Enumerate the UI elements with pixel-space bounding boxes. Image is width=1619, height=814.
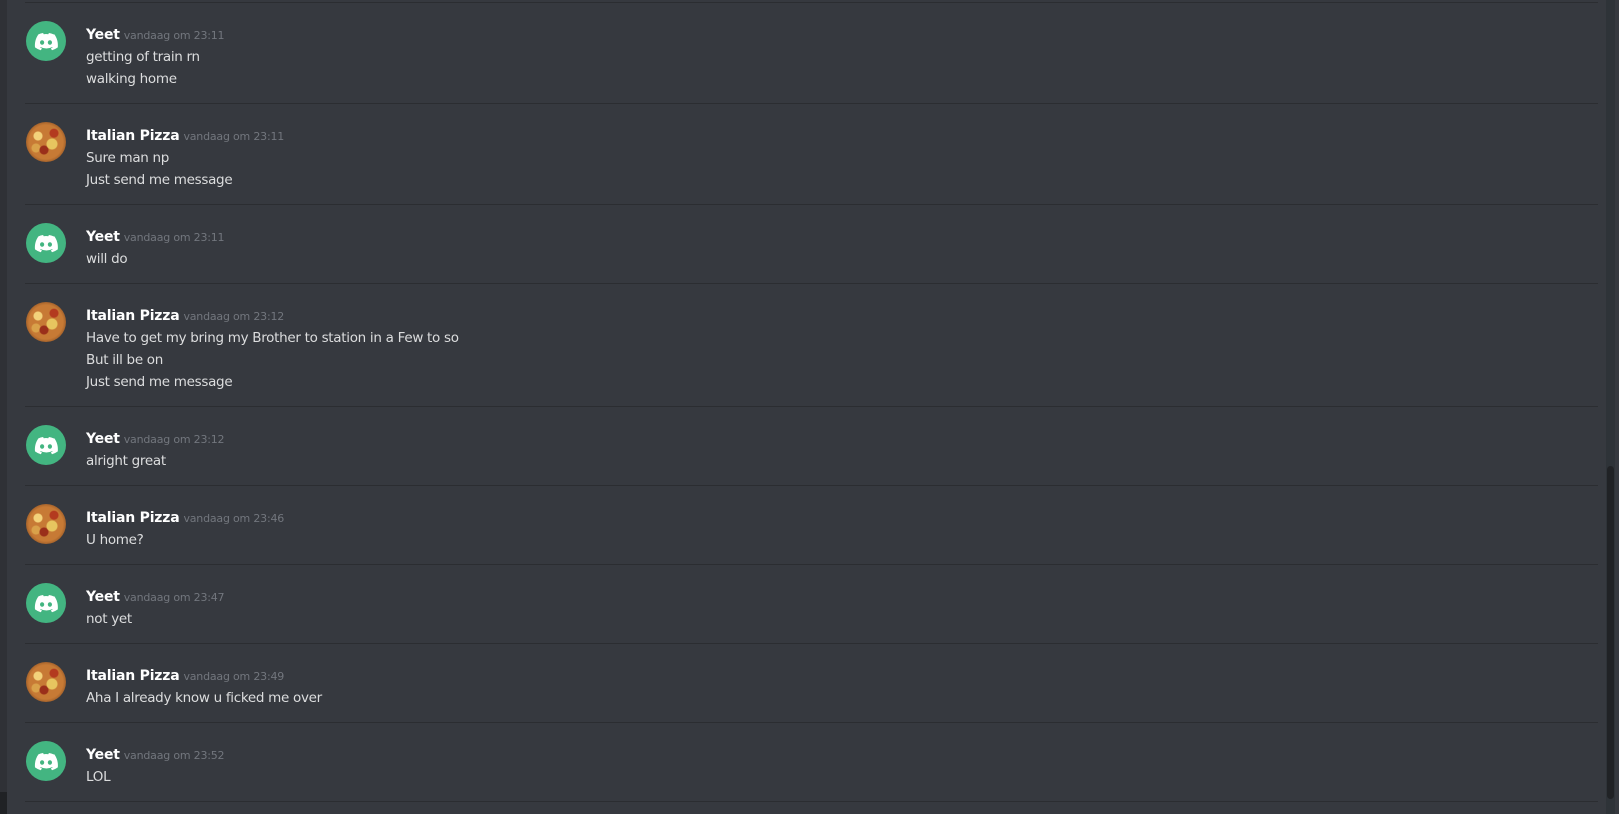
message-header: Yeet vandaag om 23:47 xyxy=(86,586,225,606)
message-list[interactable]: Yeet vandaag om 23:11 getting of train rn… xyxy=(25,0,1598,814)
message-header: Yeet vandaag om 23:11 xyxy=(86,24,225,44)
discord-logo-icon[interactable] xyxy=(26,583,66,623)
timestamp[interactable]: vandaag om 23:11 xyxy=(124,29,225,42)
timestamp[interactable]: vandaag om 23:11 xyxy=(124,231,225,244)
timestamp[interactable]: vandaag om 23:52 xyxy=(124,749,225,762)
username[interactable]: Yeet xyxy=(86,229,120,245)
message-header: Yeet vandaag om 23:52 xyxy=(86,744,225,764)
message-line: Aha I already know u ficked me over xyxy=(86,690,322,706)
message-header: Italian Pizza vandaag om 23:11 xyxy=(86,125,284,145)
message-line: getting of train rn xyxy=(86,49,200,65)
sidebar-edge xyxy=(0,0,7,814)
message-content: Have to get my bring my Brother to stati… xyxy=(86,327,459,393)
chat-window: Yeet vandaag om 23:11 getting of train rn… xyxy=(0,0,1619,814)
pizza-avatar[interactable] xyxy=(26,504,66,544)
message-line: LOL xyxy=(86,769,111,785)
message-group[interactable]: Yeet vandaag om 23:12 alright great xyxy=(25,407,1598,486)
discord-logo-icon[interactable] xyxy=(26,425,66,465)
message-content: Sure man np Just send me message xyxy=(86,147,233,191)
timestamp[interactable]: vandaag om 23:46 xyxy=(183,512,284,525)
message-line: Just send me message xyxy=(86,172,233,188)
sidebar-edge-bottom xyxy=(0,792,7,814)
message-content: LOL xyxy=(86,766,111,788)
timestamp[interactable]: vandaag om 23:47 xyxy=(124,591,225,604)
message-group[interactable]: Yeet vandaag om 23:11 will do xyxy=(25,205,1598,284)
timestamp[interactable]: vandaag om 23:12 xyxy=(124,433,225,446)
message-header: Yeet vandaag om 23:11 xyxy=(86,226,225,246)
timestamp[interactable]: vandaag om 23:11 xyxy=(183,130,284,143)
message-line: But ill be on xyxy=(86,352,164,368)
message-header: Italian Pizza vandaag om 23:49 xyxy=(86,665,284,685)
message-header: Yeet vandaag om 23:12 xyxy=(86,428,225,448)
message-line: Have to get my bring my Brother to stati… xyxy=(86,330,459,346)
message-line: U home? xyxy=(86,532,144,548)
scrollbar-thumb[interactable] xyxy=(1607,466,1614,799)
username[interactable]: Italian Pizza xyxy=(86,128,180,144)
username[interactable]: Yeet xyxy=(86,27,120,43)
username[interactable]: Italian Pizza xyxy=(86,668,180,684)
message-header: Italian Pizza vandaag om 23:46 xyxy=(86,507,284,527)
message-group[interactable]: Italian Pizza vandaag om 23:12 Have to ge… xyxy=(25,284,1598,407)
message-content: not yet xyxy=(86,608,132,630)
message-group[interactable]: Yeet vandaag om 23:11 getting of train rn… xyxy=(25,3,1598,104)
discord-logo-icon[interactable] xyxy=(26,21,66,61)
message-header: Italian Pizza vandaag om 23:12 xyxy=(86,305,284,325)
message-line: walking home xyxy=(86,71,177,87)
discord-logo-icon[interactable] xyxy=(26,741,66,781)
pizza-avatar[interactable] xyxy=(26,122,66,162)
message-content: getting of train rn walking home xyxy=(86,46,200,90)
username[interactable]: Yeet xyxy=(86,589,120,605)
message-line: Just send me message xyxy=(86,374,233,390)
message-line: will do xyxy=(86,251,128,267)
pizza-avatar[interactable] xyxy=(26,302,66,342)
message-line: alright great xyxy=(86,453,166,469)
message-content: alright great xyxy=(86,450,166,472)
timestamp[interactable]: vandaag om 23:12 xyxy=(183,310,284,323)
message-content: will do xyxy=(86,248,128,270)
message-group[interactable]: Italian Pizza vandaag om 23:11 Sure man n… xyxy=(25,104,1598,205)
message-group[interactable]: Yeet vandaag om 23:47 not yet xyxy=(25,565,1598,644)
username[interactable]: Yeet xyxy=(86,747,120,763)
message-group[interactable]: Yeet vandaag om 23:52 LOL xyxy=(25,723,1598,802)
pizza-avatar[interactable] xyxy=(26,662,66,702)
message-content: Aha I already know u ficked me over xyxy=(86,687,322,709)
message-group[interactable]: Italian Pizza vandaag om 23:46 U home? xyxy=(25,486,1598,565)
timestamp[interactable]: vandaag om 23:49 xyxy=(183,670,284,683)
username[interactable]: Italian Pizza xyxy=(86,308,180,324)
message-line: Sure man np xyxy=(86,150,170,166)
message-line: not yet xyxy=(86,611,132,627)
message-group[interactable]: Italian Pizza vandaag om 23:49 Aha I alre… xyxy=(25,644,1598,723)
message-content: U home? xyxy=(86,529,144,551)
username[interactable]: Italian Pizza xyxy=(86,510,180,526)
username[interactable]: Yeet xyxy=(86,431,120,447)
discord-logo-icon[interactable] xyxy=(26,223,66,263)
